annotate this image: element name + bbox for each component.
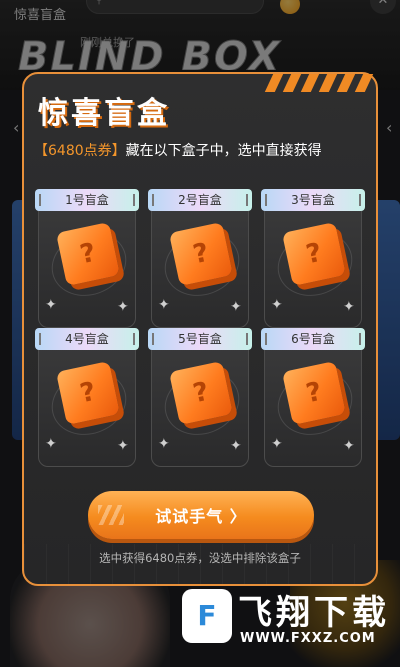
sparkle-icon: ✦	[158, 297, 170, 313]
question-cube-icon: ?	[168, 360, 234, 426]
blind-box-modal: 惊喜盲盒 【6480点券】藏在以下盒子中，选中直接获得 1号盲盒 ? ✦ ✦ 2…	[22, 72, 378, 586]
box-label: 1号盲盒	[35, 189, 139, 211]
blind-box-2[interactable]: 2号盲盒 ? ✦ ✦	[148, 189, 252, 328]
blind-box-4[interactable]: 4号盲盒 ? ✦ ✦	[35, 328, 139, 467]
modal-title: 惊喜盲盒	[38, 96, 170, 131]
sparkle-icon: ✦	[117, 438, 129, 454]
question-cube-icon: ?	[168, 221, 234, 287]
modal-subtitle: 【6480点券】藏在以下盒子中，选中直接获得	[34, 140, 322, 160]
question-cube-icon: ?	[55, 221, 121, 287]
blind-box-5[interactable]: 5号盲盒 ? ✦ ✦	[148, 328, 252, 467]
question-cube-icon: ?	[281, 360, 347, 426]
question-cube-icon: ?	[55, 360, 121, 426]
sparkle-icon: ✦	[45, 436, 57, 452]
question-cube-icon: ?	[281, 221, 347, 287]
sparkle-icon: ✦	[271, 436, 283, 452]
decorative-stripes	[247, 74, 377, 96]
box-label: 6号盲盒	[261, 328, 365, 350]
sparkle-icon: ✦	[271, 297, 283, 313]
box-label: 4号盲盒	[35, 328, 139, 350]
watermark-logo: F	[182, 589, 232, 643]
watermark-text: 飞翔下载	[238, 593, 390, 633]
sparkle-icon: ✦	[343, 299, 355, 315]
sparkle-icon: ✦	[45, 297, 57, 313]
price-tag: 【6480点券】	[34, 143, 126, 159]
modal-description: 藏在以下盒子中，选中直接获得	[125, 143, 322, 159]
sparkle-icon: ✦	[158, 436, 170, 452]
blind-box-1[interactable]: 1号盲盒 ? ✦ ✦	[35, 189, 139, 328]
watermark-url: WWW.FXXZ.COM	[240, 631, 376, 646]
blind-box-6[interactable]: 6号盲盒 ? ✦ ✦	[261, 328, 365, 467]
sparkle-icon: ✦	[230, 299, 242, 315]
try-luck-button[interactable]: 试试手气 〉	[88, 491, 314, 539]
box-label: 3号盲盒	[261, 189, 365, 211]
try-luck-label: 试试手气 〉	[155, 507, 247, 526]
box-label: 5号盲盒	[148, 328, 252, 350]
modal-footnote: 选中获得6480点券，没选中排除该盒子	[99, 551, 301, 565]
box-label: 2号盲盒	[148, 189, 252, 211]
sparkle-icon: ✦	[230, 438, 242, 454]
sparkle-icon: ✦	[343, 438, 355, 454]
site-watermark: F 飞翔下载 WWW.FXXZ.COM	[176, 585, 400, 651]
blind-box-3[interactable]: 3号盲盒 ? ✦ ✦	[261, 189, 365, 328]
sparkle-icon: ✦	[117, 299, 129, 315]
button-stripes	[98, 505, 124, 525]
